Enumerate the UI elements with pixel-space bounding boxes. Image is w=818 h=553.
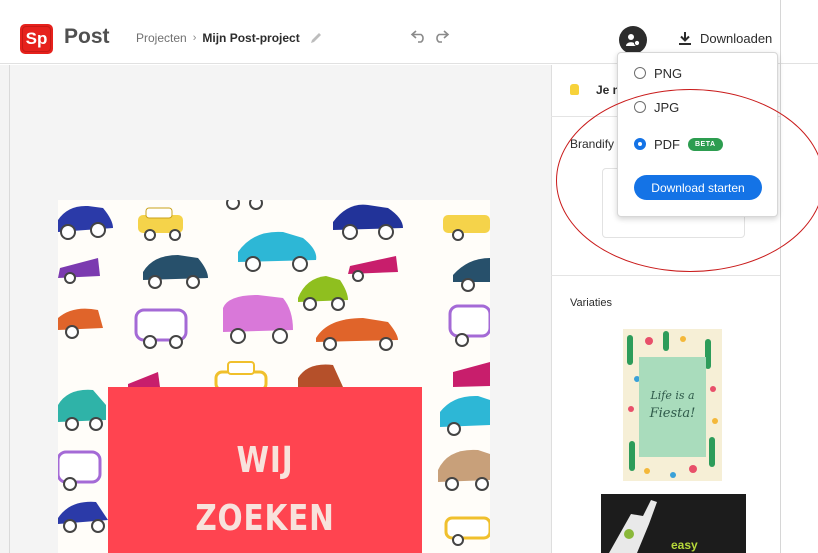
- car-tan-1: [438, 449, 490, 491]
- car-teal-1: [143, 255, 208, 289]
- format-option-jpg[interactable]: JPG: [634, 98, 679, 116]
- car-orange-1: [58, 308, 103, 339]
- download-icon: [679, 32, 691, 45]
- radio-jpg[interactable]: [634, 101, 646, 113]
- car-yellow-3: [214, 361, 268, 392]
- beta-badge: BETA: [688, 137, 723, 151]
- car-yellow-1: [138, 207, 183, 241]
- window-edge: [780, 0, 781, 553]
- car-blue-2: [333, 204, 403, 240]
- fiesta-thumbnail: Life is a Fiesta!: [623, 329, 722, 481]
- pencil-icon[interactable]: [309, 31, 323, 45]
- car-brown-1: [298, 364, 343, 387]
- format-label-jpg: JPG: [654, 99, 680, 115]
- car-lilac-2: [448, 304, 490, 347]
- canvas-edge: [9, 65, 10, 553]
- user-avatar[interactable]: [619, 26, 647, 54]
- format-label-png: PNG: [654, 65, 683, 81]
- easy-thumbnail: easy: [601, 494, 746, 553]
- car-purple-1: [58, 258, 100, 284]
- start-download-button[interactable]: Download starten: [634, 175, 762, 200]
- panel-divider: [551, 275, 780, 276]
- app-window: Sp Post Projecten › Mijn Post-project Do…: [0, 0, 818, 553]
- car-orange-2: [316, 318, 398, 351]
- headline-line-1[interactable]: WIJ: [136, 440, 393, 481]
- headline-line-2[interactable]: ZOEKEN: [136, 498, 393, 539]
- variation-thumbnail-easy[interactable]: easy: [601, 494, 746, 553]
- car-cyan-1: [238, 231, 317, 272]
- format-option-png[interactable]: PNG: [634, 64, 682, 82]
- download-label: Downloaden: [700, 30, 773, 46]
- logo-letters: Sp: [25, 29, 48, 48]
- car-blue-3: [58, 501, 108, 533]
- share-user-icon: [626, 34, 641, 47]
- car-teal-2: [453, 258, 490, 292]
- car-lilac-1: [134, 308, 188, 349]
- download-button[interactable]: Downloaden: [678, 27, 772, 49]
- format-label-pdf: PDF: [654, 136, 680, 152]
- car-cyan-2: [440, 395, 490, 436]
- car-yellow-4: [444, 516, 490, 546]
- lightbulb-icon: [570, 84, 579, 95]
- car-wheel-top: [226, 200, 263, 210]
- car-magenta-1: [453, 362, 490, 387]
- easy-text: easy: [671, 538, 698, 552]
- fiesta-line-1: Life is a: [649, 389, 694, 402]
- variaties-label: Variaties: [570, 297, 612, 309]
- brandify-label: Brandify: [570, 137, 615, 151]
- car-maroon-1: [128, 372, 160, 387]
- variation-thumbnail-fiesta[interactable]: Life is a Fiesta!: [623, 329, 722, 481]
- radio-pdf[interactable]: [634, 138, 646, 150]
- breadcrumb-separator: ›: [192, 32, 197, 44]
- breadcrumb-projects-link[interactable]: Projecten: [136, 31, 187, 45]
- app-name[interactable]: Post: [64, 25, 110, 49]
- format-option-pdf[interactable]: PDF BETA: [634, 135, 723, 153]
- car-teal-3: [58, 389, 106, 431]
- car-green-1: [298, 276, 348, 311]
- spark-logo[interactable]: Sp: [20, 24, 53, 54]
- car-yellow-2: [443, 215, 490, 241]
- redo-icon[interactable]: [432, 29, 450, 43]
- car-red-1: [348, 256, 398, 282]
- radio-png[interactable]: [634, 67, 646, 79]
- breadcrumb: Projecten › Mijn Post-project: [136, 31, 323, 45]
- undo-icon[interactable]: [410, 29, 428, 43]
- project-title[interactable]: Mijn Post-project: [202, 31, 299, 45]
- car-blue-1: [58, 205, 113, 240]
- fiesta-line-2: Fiesta!: [649, 406, 696, 421]
- car-lilac-3: [58, 450, 102, 491]
- car-pink-1: [223, 295, 293, 344]
